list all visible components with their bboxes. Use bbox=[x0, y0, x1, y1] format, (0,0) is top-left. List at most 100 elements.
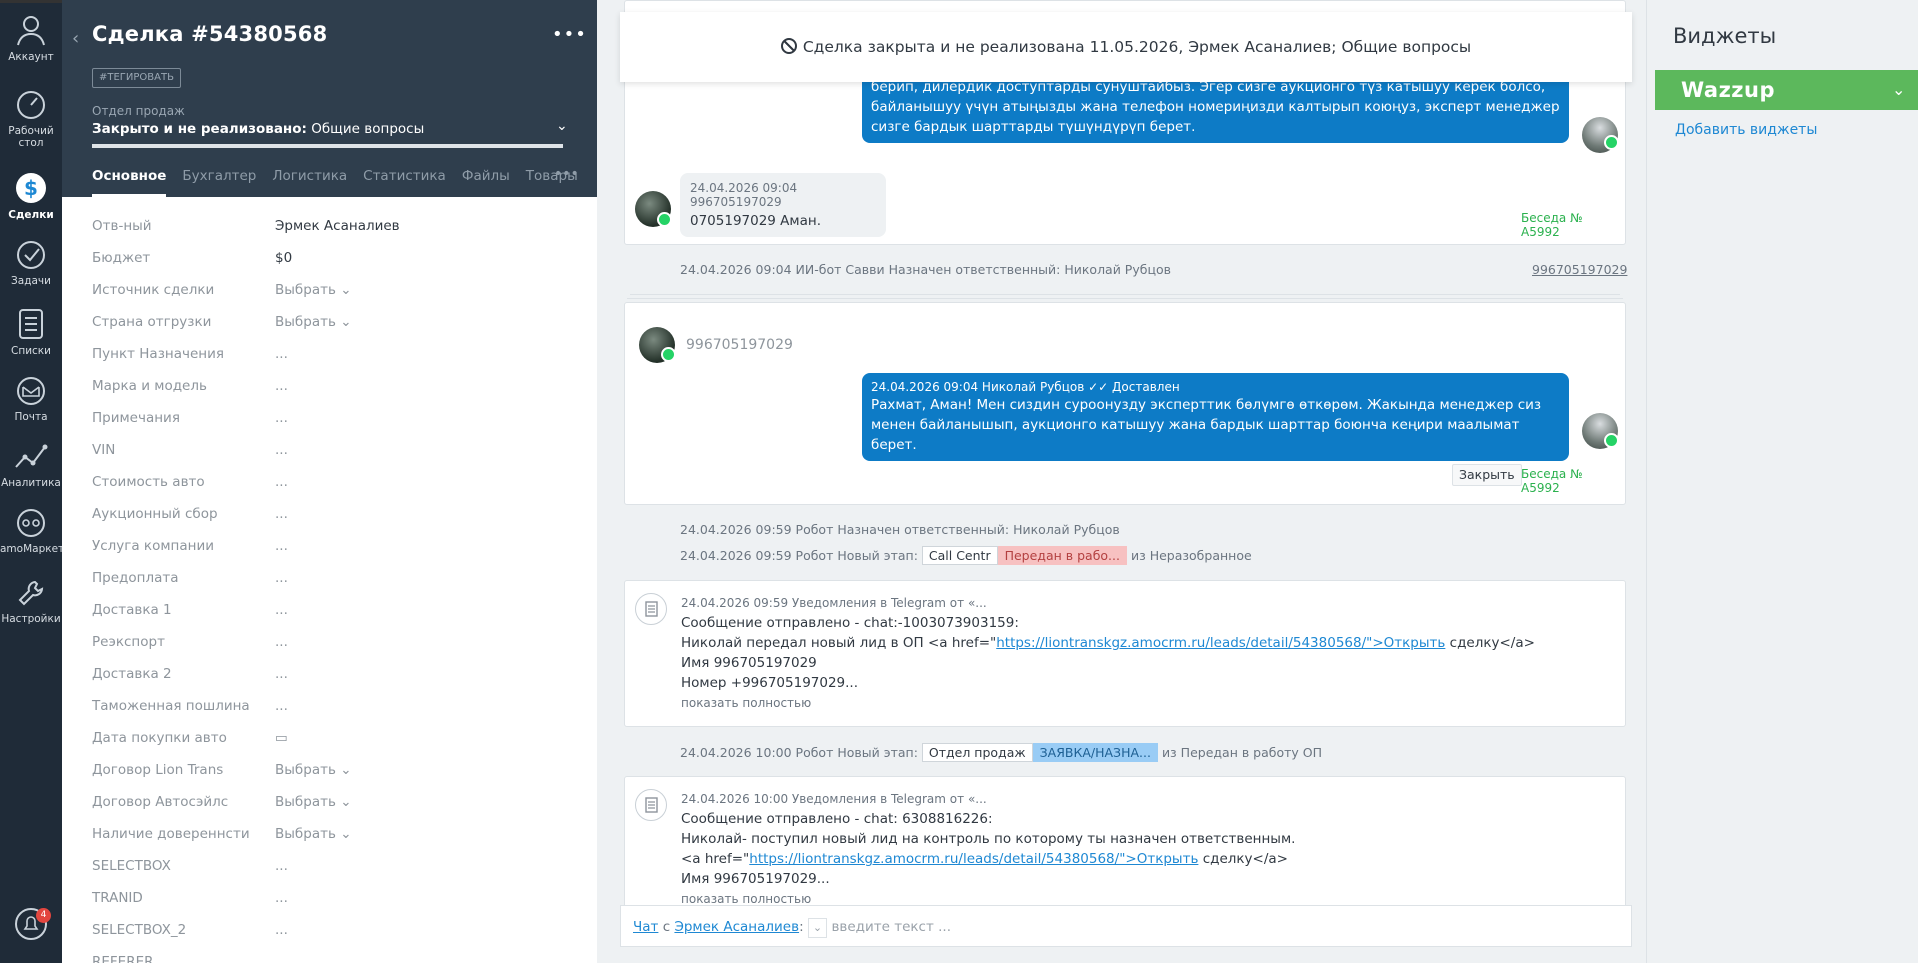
field-value[interactable]: Выбрать ⌄ bbox=[275, 794, 352, 810]
field-label: Договор Lion Trans bbox=[92, 762, 224, 778]
field-label: Договор Автосэйлс bbox=[92, 794, 229, 810]
event-from: из Неразобранное bbox=[1130, 548, 1252, 563]
nav-dashboard-label: Рабочий стол bbox=[8, 125, 54, 149]
field-value[interactable]: ... bbox=[275, 922, 288, 938]
field-value[interactable]: ▭ bbox=[275, 730, 288, 746]
field-value[interactable]: ... bbox=[275, 634, 288, 650]
conversation-link[interactable]: Беседа № A5992 bbox=[1521, 211, 1625, 239]
nav-dashboard[interactable]: Рабочий стол bbox=[0, 89, 62, 149]
tab-files[interactable]: Файлы bbox=[462, 168, 510, 197]
event-assigned: 24.04.2026 09:59 Робот Назначен ответств… bbox=[680, 522, 1120, 537]
field-value[interactable]: ... bbox=[275, 698, 288, 714]
field-row: SELECTBOX_2... bbox=[92, 922, 582, 954]
field-label: Предоплата bbox=[92, 570, 179, 586]
field-label: Страна отгрузки bbox=[92, 314, 212, 330]
nav-mail[interactable]: Почта bbox=[0, 375, 62, 423]
field-value[interactable]: ... bbox=[275, 410, 288, 426]
field-row: Доставка 2... bbox=[92, 666, 582, 698]
tab-accounting[interactable]: Бухгалтер bbox=[182, 168, 256, 197]
field-label: Наличие довереннсти bbox=[92, 826, 250, 842]
field-label: Услуга компании bbox=[92, 538, 214, 554]
field-row: Реэкспорт... bbox=[92, 634, 582, 666]
nav-analytics-label: Аналитика bbox=[1, 477, 61, 489]
field-row: Бюджет $0 bbox=[92, 250, 582, 282]
nav-settings[interactable]: Настройки bbox=[0, 577, 62, 625]
nav-market-label: amoМаркет bbox=[0, 543, 65, 555]
outgoing-message: 24.04.2026 09:04 Николай Рубцов ✓✓ Доста… bbox=[862, 373, 1569, 461]
chevron-down-icon[interactable]: ⌄ bbox=[807, 918, 828, 938]
nav-tasks[interactable]: Задачи bbox=[0, 239, 62, 287]
note-body: 24.04.2026 10:00 Уведомления в Telegram … bbox=[681, 789, 1611, 909]
field-value[interactable]: Выбрать ⌄ bbox=[275, 826, 352, 842]
tab-logistics[interactable]: Логистика bbox=[272, 168, 347, 197]
field-row: Таможенная пошлина... bbox=[92, 698, 582, 730]
tag-button[interactable]: #ТЕГИРОВАТЬ bbox=[92, 68, 181, 88]
field-value[interactable]: ... bbox=[275, 890, 288, 906]
nav-market[interactable]: amoМаркет bbox=[0, 507, 65, 555]
field-value[interactable]: ... bbox=[275, 378, 288, 394]
chevron-down-icon[interactable]: ⌄ bbox=[556, 118, 568, 134]
conversation-link[interactable]: Беседа № A5992 bbox=[1521, 467, 1625, 495]
nav-analytics[interactable]: Аналитика bbox=[0, 441, 62, 489]
field-value[interactable]: ... bbox=[275, 474, 288, 490]
lead-link[interactable]: https://liontranskgz.amocrm.ru/leads/det… bbox=[996, 635, 1445, 651]
field-value[interactable]: ... bbox=[275, 506, 288, 522]
field-label: TRANID bbox=[92, 890, 143, 906]
note-line: Номер +996705197029... bbox=[681, 675, 859, 691]
show-more-link[interactable]: показать полностью bbox=[681, 693, 1611, 713]
stage-tag: Передан в рабо... bbox=[997, 546, 1127, 565]
chat-composer[interactable]: Чат с Эрмек Асаналиев: ⌄ введите текст .… bbox=[620, 905, 1632, 947]
field-label: Реэкспорт bbox=[92, 634, 165, 650]
lead-link[interactable]: https://liontranskgz.amocrm.ru/leads/det… bbox=[749, 851, 1198, 867]
event-stage-change: 24.04.2026 09:59 Робот Новый этап: Call … bbox=[680, 546, 1252, 565]
note-text: сделку</a> bbox=[1445, 635, 1535, 651]
phone-link[interactable]: 996705197029 bbox=[1532, 262, 1627, 277]
whatsapp-icon bbox=[657, 212, 672, 227]
field-row: SELECTBOX... bbox=[92, 858, 582, 890]
wazzup-widget[interactable]: Wazzup bbox=[1655, 70, 1918, 110]
note-meta: 24.04.2026 10:00 Уведомления в Telegram … bbox=[681, 792, 987, 806]
field-value[interactable]: Выбрать ⌄ bbox=[275, 282, 352, 298]
message-text: Рахмат, Аман! Мен сиздин суроонуздy эксп… bbox=[871, 397, 1542, 453]
notifications-badge: 4 bbox=[36, 908, 51, 923]
note-line: <a href="https://liontranskgz.amocrm.ru/… bbox=[681, 849, 1611, 869]
note-meta: 24.04.2026 09:59 Уведомления в Telegram … bbox=[681, 596, 987, 610]
field-row: Предоплата... bbox=[92, 570, 582, 602]
field-value[interactable]: Эрмек Асаналиев bbox=[275, 218, 400, 234]
field-value[interactable]: Выбрать ⌄ bbox=[275, 762, 352, 778]
field-label: Стоимость авто bbox=[92, 474, 205, 490]
field-value[interactable]: ... bbox=[275, 538, 288, 554]
field-row: REFERER bbox=[92, 954, 582, 963]
chat-recipient-link[interactable]: Эрмек Асаналиев bbox=[674, 919, 799, 935]
back-chevron-icon[interactable]: ‹ bbox=[72, 28, 79, 49]
chevron-down-icon[interactable]: ⌄ bbox=[1892, 80, 1905, 99]
field-value[interactable]: ... bbox=[275, 602, 288, 618]
status-select[interactable]: Закрыто и не реализовано: Общие вопросы bbox=[92, 121, 532, 137]
whatsapp-icon bbox=[1604, 433, 1619, 448]
field-label: Пункт Назначения bbox=[92, 346, 224, 362]
tabs-more-icon[interactable]: ••• bbox=[554, 166, 579, 182]
nav-account[interactable]: Аккаунт bbox=[0, 11, 62, 63]
field-value[interactable]: $0 bbox=[275, 250, 292, 266]
field-row: Марка и модель... bbox=[92, 378, 582, 410]
field-value[interactable]: ... bbox=[275, 570, 288, 586]
field-label: SELECTBOX_2 bbox=[92, 922, 187, 938]
field-value[interactable]: ... bbox=[275, 346, 288, 362]
field-value[interactable]: ... bbox=[275, 666, 288, 682]
tab-statistics[interactable]: Статистика bbox=[363, 168, 446, 197]
deals-icon: $ bbox=[16, 173, 46, 203]
nav-deals[interactable]: $ Сделки bbox=[0, 171, 62, 221]
chat-type-link[interactable]: Чат bbox=[633, 919, 658, 935]
deal-more-icon[interactable]: ••• bbox=[552, 24, 587, 45]
note-line: Сообщение отправлено - chat: 6308816226: bbox=[681, 811, 993, 827]
nav-lists[interactable]: Списки bbox=[0, 307, 62, 357]
stack-divider bbox=[630, 294, 1620, 295]
tab-main[interactable]: Основное bbox=[92, 168, 167, 197]
tasks-icon bbox=[17, 241, 45, 269]
field-value[interactable]: ... bbox=[275, 442, 288, 458]
chat-input[interactable]: введите текст ... bbox=[831, 919, 951, 935]
close-conversation-button[interactable]: Закрыть bbox=[1452, 464, 1522, 486]
field-value[interactable]: Выбрать ⌄ bbox=[275, 314, 352, 330]
add-widgets-link[interactable]: Добавить виджеты bbox=[1675, 122, 1817, 138]
field-value[interactable]: ... bbox=[275, 858, 288, 874]
